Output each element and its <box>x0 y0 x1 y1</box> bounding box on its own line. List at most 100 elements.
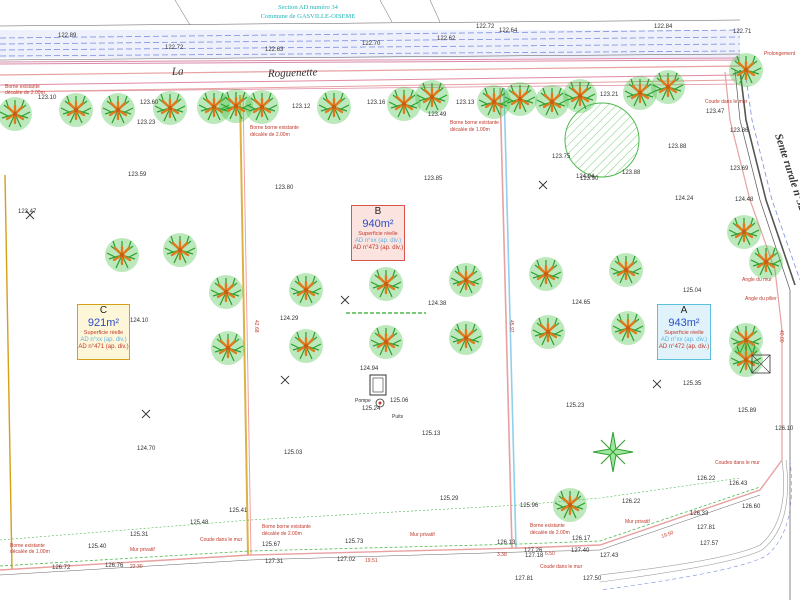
elevation: 123.13 <box>456 100 475 106</box>
elevation: 125.67 <box>262 542 281 548</box>
elevation: 123.88 <box>622 170 641 176</box>
note: Angle du pilier <box>745 296 777 302</box>
dim-6: 42.68 <box>253 320 259 333</box>
note: décalée de 1.00m <box>450 127 490 133</box>
elevation: 125.23 <box>566 403 585 409</box>
elevation: 126.76 <box>105 563 124 569</box>
elevation: 123.85 <box>424 176 443 182</box>
elevation: 127.50 <box>583 576 602 582</box>
note: Mur privatif <box>130 547 155 553</box>
street-name-north-1: La <box>171 66 185 78</box>
elevation: 127.57 <box>700 541 719 547</box>
elevation: 122.70 <box>362 41 381 47</box>
elevation: 124.10 <box>130 318 149 324</box>
elevation: 124.94 <box>360 366 379 372</box>
elevation: 122.71 <box>733 29 752 35</box>
elevation: 125.35 <box>683 381 702 387</box>
lot-ref: AD n°471 (ap. div.) <box>78 343 129 350</box>
street-name-east: Sente rurale n°32 <box>772 132 800 212</box>
elevation: 127.26 <box>524 548 543 554</box>
elevation: 127.40 <box>571 548 590 554</box>
elevation: 127.81 <box>515 576 534 582</box>
lot-ref: AD n°473 (ap. div.) <box>352 244 404 251</box>
note: Prolongement <box>764 51 796 57</box>
pump-well <box>369 374 387 408</box>
elevation: 126.22 <box>697 476 716 482</box>
elevation: 126.22 <box>622 499 641 505</box>
note: décalée de 2.00m <box>530 530 570 536</box>
note: décalée de 1.00m <box>10 549 50 555</box>
note: Angle du mur <box>742 277 772 283</box>
elevation: 123.59 <box>128 172 147 178</box>
elevation: 123.47 <box>706 109 725 115</box>
street-name-north-2: Roguenette <box>267 66 318 80</box>
elevation: 125.03 <box>284 450 303 456</box>
elevation: 125.73 <box>345 539 364 545</box>
elevation: 125.89 <box>738 408 757 414</box>
elevation: 123.60 <box>140 100 159 106</box>
lot-ref-old: AD n°xx (ap. div.) <box>660 336 708 343</box>
elevation: 127.81 <box>697 525 716 531</box>
lot-label-c: C 921m² Superficie réelle AD n°xx (ap. d… <box>77 304 130 360</box>
elevation: 124.29 <box>280 316 299 322</box>
section-title: Section AD numéro 34 <box>278 4 339 11</box>
elevation: 127.02 <box>337 557 356 563</box>
elevation: 126.10 <box>775 426 794 432</box>
elevation: 124.04 <box>576 174 595 180</box>
lot-ref-old: AD n°xx (ap. div.) <box>80 336 127 343</box>
lot-area: 943m² <box>668 317 700 329</box>
lot-label-a: A 943m² Superficie réelle AD n°xx (ap. d… <box>657 304 711 360</box>
note: Borne borne existante <box>262 524 311 530</box>
dim-8: 40.00 <box>778 330 784 343</box>
elevation: 127.31 <box>265 559 284 565</box>
elevation: 123.75 <box>552 154 571 160</box>
elevation: 123.86 <box>730 128 749 134</box>
note: Borne borne existante <box>250 125 299 131</box>
elevation: 122.63 <box>265 47 284 53</box>
elevation: 126.72 <box>52 565 71 571</box>
trees <box>0 51 785 524</box>
lot-superficie: Superficie réelle <box>83 330 124 337</box>
elevation: 123.69 <box>730 166 749 172</box>
elevation: 125.24 <box>362 406 381 412</box>
elevation: 123.49 <box>428 112 447 118</box>
elevation: 123.16 <box>367 100 386 106</box>
lot-letter: A <box>680 305 688 316</box>
elevation: 125.29 <box>440 496 459 502</box>
elevation: 123.88 <box>668 144 687 150</box>
dim-4: 6.50 <box>545 551 555 557</box>
note: Borne existante <box>530 523 565 529</box>
dim-3: 3.38 <box>497 552 507 558</box>
cadastral-plan: Section AD numéro 34 Commune de GASVILLE… <box>0 0 800 600</box>
note: Mur privatif <box>625 519 650 525</box>
elevation: 122.72 <box>165 45 184 51</box>
elevation: 123.80 <box>275 185 294 191</box>
elevation: 123.47 <box>18 209 37 215</box>
dim-5: 19.50 <box>661 530 675 540</box>
note: décalée de 2.00m <box>5 90 45 96</box>
lot-superficie: Superficie réelle <box>358 231 398 238</box>
elevation: 122.89 <box>58 33 77 39</box>
elevation: 126.43 <box>729 481 748 487</box>
note: Borne borne existante <box>450 120 499 126</box>
lot-area: 921m² <box>87 317 120 329</box>
lot-area: 940m² <box>362 218 394 230</box>
elevation: 125.13 <box>422 431 441 437</box>
elevation: 125.48 <box>190 520 209 526</box>
lot-letter: C <box>99 305 108 316</box>
elevation: 125.04 <box>683 288 702 294</box>
note: Coude dans le mur <box>705 99 748 105</box>
elevation: 123.12 <box>292 104 311 110</box>
dim-7: 45.97 <box>508 320 514 333</box>
elevation: 122.72 <box>476 24 495 30</box>
elevation: 122.84 <box>654 24 673 30</box>
well-label: Puits <box>392 414 404 420</box>
elevation: 125.41 <box>229 508 248 514</box>
elevation: 122.62 <box>437 36 456 42</box>
elevation: 124.24 <box>675 196 694 202</box>
lot-ref-old: AD n°xx (ap. div.) <box>354 237 402 244</box>
dim-2: 19.51 <box>365 558 378 564</box>
lot-label-b: B 940m² Superficie réelle AD n°xx (ap. d… <box>351 205 405 261</box>
elevation: 125.31 <box>130 532 149 538</box>
note: Coude dans le mur <box>200 537 243 543</box>
